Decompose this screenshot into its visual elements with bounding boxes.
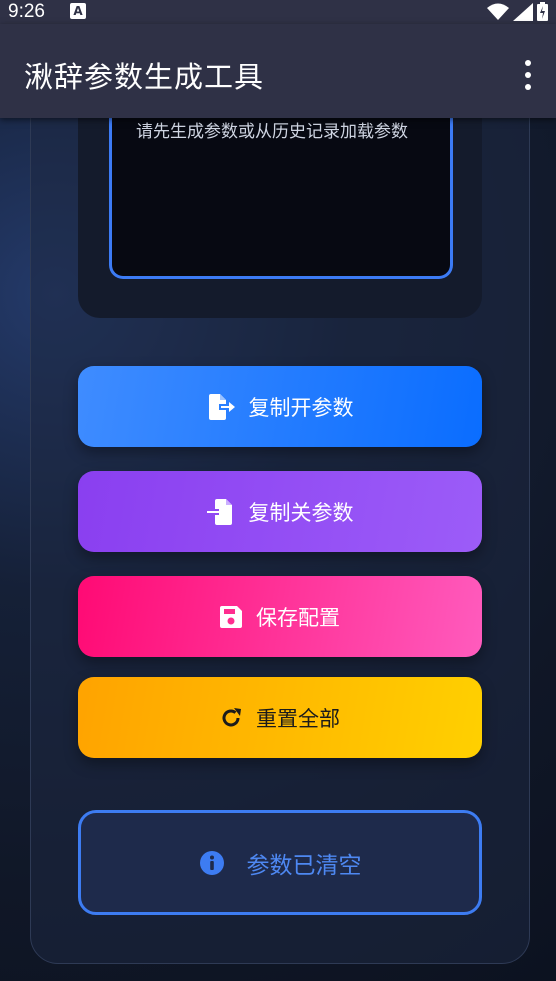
save-icon (220, 605, 242, 628)
reset-all-button[interactable]: 重置全部 (78, 677, 482, 758)
app-title: 湫辞参数生成工具 (24, 60, 265, 94)
redo-icon (220, 707, 242, 729)
status-bar: 9:26 A (0, 0, 556, 24)
copy-open-params-button[interactable]: 复制开参数 (78, 366, 482, 447)
copy-close-params-button[interactable]: 复制关参数 (78, 471, 482, 552)
save-config-label: 保存配置 (256, 605, 340, 630)
notification-a-icon: A (70, 3, 86, 19)
reset-all-label: 重置全部 (256, 706, 340, 731)
status-message-text: 参数已清空 (246, 852, 362, 879)
battery-icon (537, 2, 548, 21)
signal-icon (513, 2, 533, 21)
info-icon (199, 850, 225, 876)
save-config-button[interactable]: 保存配置 (78, 576, 482, 657)
file-export-icon (207, 393, 235, 420)
more-vert-icon[interactable] (520, 60, 536, 90)
copy-close-params-label: 复制关参数 (248, 500, 354, 525)
wifi-icon (487, 3, 509, 20)
status-message-box: 参数已清空 (78, 810, 482, 915)
app-bar: 湫辞参数生成工具 (0, 24, 556, 118)
output-placeholder: 请先生成参数或从历史记录加载参数 (136, 122, 408, 142)
status-time: 9:26 (8, 1, 45, 22)
copy-open-params-label: 复制开参数 (248, 395, 354, 420)
system-icons (487, 2, 548, 21)
file-import-icon (206, 498, 235, 525)
